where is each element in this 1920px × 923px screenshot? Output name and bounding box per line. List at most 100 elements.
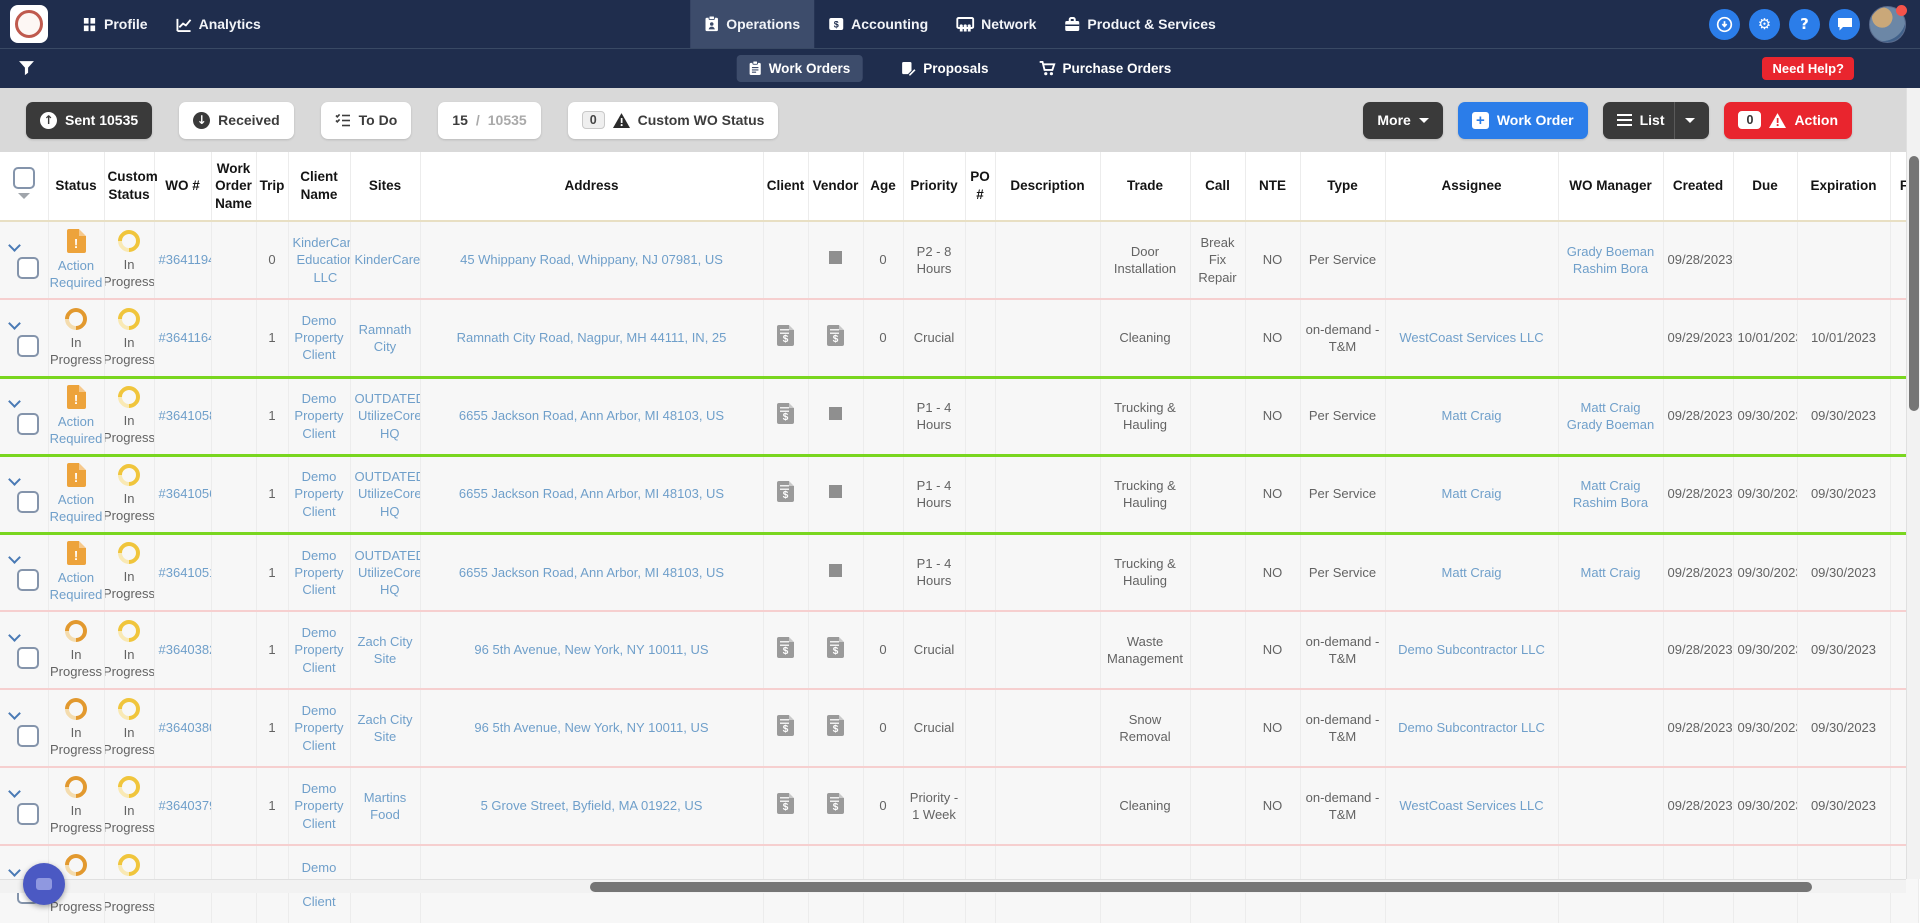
more-button[interactable]: More	[1363, 101, 1443, 139]
address-link[interactable]: 45 Whippany Road, Whippany, NJ 07981, US	[460, 251, 723, 268]
invoice-document-icon[interactable]	[777, 715, 794, 737]
vertical-scrollbar-thumb[interactable]	[1909, 156, 1919, 411]
client-name-link[interactable]: Demo Property Client	[293, 624, 346, 675]
assignee-link[interactable]: Matt Craig	[1442, 485, 1502, 502]
select-menu-caret-icon[interactable]	[17, 193, 30, 205]
tab-purchase-orders[interactable]: Purchase Orders	[1027, 55, 1184, 82]
address-link[interactable]: 5 Grove Street, Byfield, MA 01922, US	[481, 797, 703, 814]
nav-accounting[interactable]: $ Accounting	[814, 0, 942, 48]
received-filter-button[interactable]: ↓ Received	[179, 101, 294, 139]
chat-launcher-button[interactable]	[23, 863, 65, 905]
expand-row-chevron-icon[interactable]	[8, 316, 21, 330]
vendor-status-square-icon[interactable]	[829, 485, 842, 499]
status-label[interactable]: Action Required	[50, 413, 103, 447]
col-header-wo[interactable]: WO #	[154, 152, 212, 222]
wo-manager-link[interactable]: Matt Craig	[1563, 564, 1659, 581]
assignee-link[interactable]: Matt Craig	[1442, 407, 1502, 424]
address-link[interactable]: 6655 Jackson Road, Ann Arbor, MI 48103, …	[459, 407, 724, 424]
list-view-button[interactable]: List	[1602, 101, 1710, 139]
nav-profile[interactable]: Profile	[68, 0, 162, 48]
row-checkbox[interactable]	[17, 491, 39, 513]
row-checkbox[interactable]	[17, 569, 39, 592]
action-required-icon[interactable]	[66, 462, 86, 487]
row-checkbox[interactable]	[17, 413, 39, 435]
wo-manager-link[interactable]: Matt Craig	[1563, 399, 1659, 416]
col-header-address[interactable]: Address	[420, 152, 764, 222]
assignee-link[interactable]: Demo Subcontractor LLC	[1398, 641, 1545, 658]
site-link[interactable]: Zach City Site	[355, 711, 416, 745]
col-header-trip[interactable]: Trip	[256, 152, 289, 222]
action-button[interactable]: 0 Action	[1724, 101, 1852, 139]
status-label[interactable]: Action Required	[50, 569, 103, 603]
horizontal-scrollbar[interactable]	[0, 879, 1906, 893]
col-header-status[interactable]: Status	[48, 152, 105, 222]
col-header-name[interactable]: Work Order Name	[211, 152, 257, 222]
expand-row-chevron-icon[interactable]	[8, 863, 21, 877]
row-checkbox[interactable]	[17, 803, 39, 825]
col-header-trade[interactable]: Trade	[1100, 152, 1191, 222]
col-header-po[interactable]: PO #	[965, 152, 996, 222]
invoice-document-icon[interactable]	[777, 403, 794, 425]
assignee-link[interactable]: Demo Subcontractor LLC	[1398, 719, 1545, 736]
col-header-age[interactable]: Age	[863, 152, 904, 222]
wo-manager-link[interactable]: Grady Boeman	[1563, 416, 1659, 433]
status-label[interactable]: Action Required	[50, 491, 103, 525]
vendor-status-square-icon[interactable]	[829, 407, 842, 421]
col-header-assignee[interactable]: Assignee	[1385, 152, 1559, 222]
col-header-type[interactable]: Type	[1300, 152, 1386, 222]
row-checkbox[interactable]	[17, 725, 39, 747]
wo-number-link[interactable]: #3640382	[159, 641, 211, 658]
wo-manager-link[interactable]: Rashim Bora	[1563, 494, 1659, 511]
expand-row-chevron-icon[interactable]	[8, 707, 21, 720]
col-header-due[interactable]: Due	[1733, 152, 1798, 222]
site-link[interactable]: OUTDATED UtilizeCore HQ	[355, 468, 420, 519]
address-link[interactable]: Ramnath City Road, Nagpur, MH 44111, IN,…	[457, 329, 727, 346]
vertical-scrollbar[interactable]	[1906, 88, 1920, 879]
site-link[interactable]: OUTDATED UtilizeCore HQ	[355, 390, 420, 441]
col-header-call[interactable]: Call	[1190, 152, 1246, 222]
wo-manager-link[interactable]: Rashim Bora	[1563, 260, 1659, 277]
select-all-checkbox[interactable]	[12, 167, 35, 189]
site-link[interactable]: Ramnath City	[355, 321, 416, 355]
nav-analytics[interactable]: Analytics	[162, 0, 275, 48]
expand-row-chevron-icon[interactable]	[8, 239, 21, 252]
tab-work-orders[interactable]: Work Orders	[736, 55, 863, 82]
client-name-link[interactable]: Demo Property Client	[293, 468, 346, 519]
assignee-link[interactable]: WestCoast Services LLC	[1399, 797, 1543, 814]
col-header-wo_manager[interactable]: WO Manager	[1558, 152, 1664, 222]
app-logo[interactable]	[10, 5, 48, 43]
col-header-nte[interactable]: NTE	[1245, 152, 1301, 222]
invoice-document-icon[interactable]	[827, 715, 844, 737]
custom-wo-status-button[interactable]: 0 Custom WO Status	[567, 101, 779, 139]
invoice-document-icon[interactable]	[827, 325, 844, 347]
col-header-expiration[interactable]: Expiration	[1797, 152, 1891, 222]
site-link[interactable]: Martins Food	[355, 789, 416, 823]
row-checkbox[interactable]	[17, 647, 39, 669]
action-required-icon[interactable]	[66, 228, 86, 253]
expand-row-chevron-icon[interactable]	[8, 473, 21, 486]
wo-number-link[interactable]: #3641051	[159, 564, 211, 581]
invoice-document-icon[interactable]	[777, 793, 794, 815]
client-name-link[interactable]: Demo Property Client	[293, 390, 346, 441]
wo-number-link[interactable]: #3640380	[159, 719, 211, 736]
action-required-icon[interactable]	[66, 384, 86, 409]
vendor-status-square-icon[interactable]	[829, 563, 842, 577]
wo-number-link[interactable]: #3641194	[159, 251, 211, 268]
invoice-document-icon[interactable]	[777, 637, 794, 659]
new-work-order-button[interactable]: + Work Order	[1457, 101, 1588, 139]
action-required-icon[interactable]	[66, 541, 86, 566]
assignee-link[interactable]: Matt Craig	[1442, 564, 1502, 581]
wo-manager-link[interactable]: Grady Boeman	[1563, 243, 1659, 260]
expand-row-chevron-icon[interactable]	[8, 785, 21, 798]
col-header-created[interactable]: Created	[1663, 152, 1734, 222]
result-count-display[interactable]: 15 / 10535	[438, 101, 541, 139]
updates-button[interactable]	[1709, 8, 1740, 40]
invoice-document-icon[interactable]	[827, 637, 844, 659]
wo-number-link[interactable]: #3641056	[159, 485, 211, 502]
address-link[interactable]: 6655 Jackson Road, Ann Arbor, MI 48103, …	[459, 485, 724, 502]
invoice-document-icon[interactable]	[827, 793, 844, 815]
nav-network[interactable]: Network	[942, 0, 1050, 48]
need-help-button[interactable]: Need Help?	[1762, 57, 1854, 80]
col-header-client[interactable]: Client	[763, 152, 809, 222]
client-name-link[interactable]: Demo Property Client	[293, 780, 346, 831]
